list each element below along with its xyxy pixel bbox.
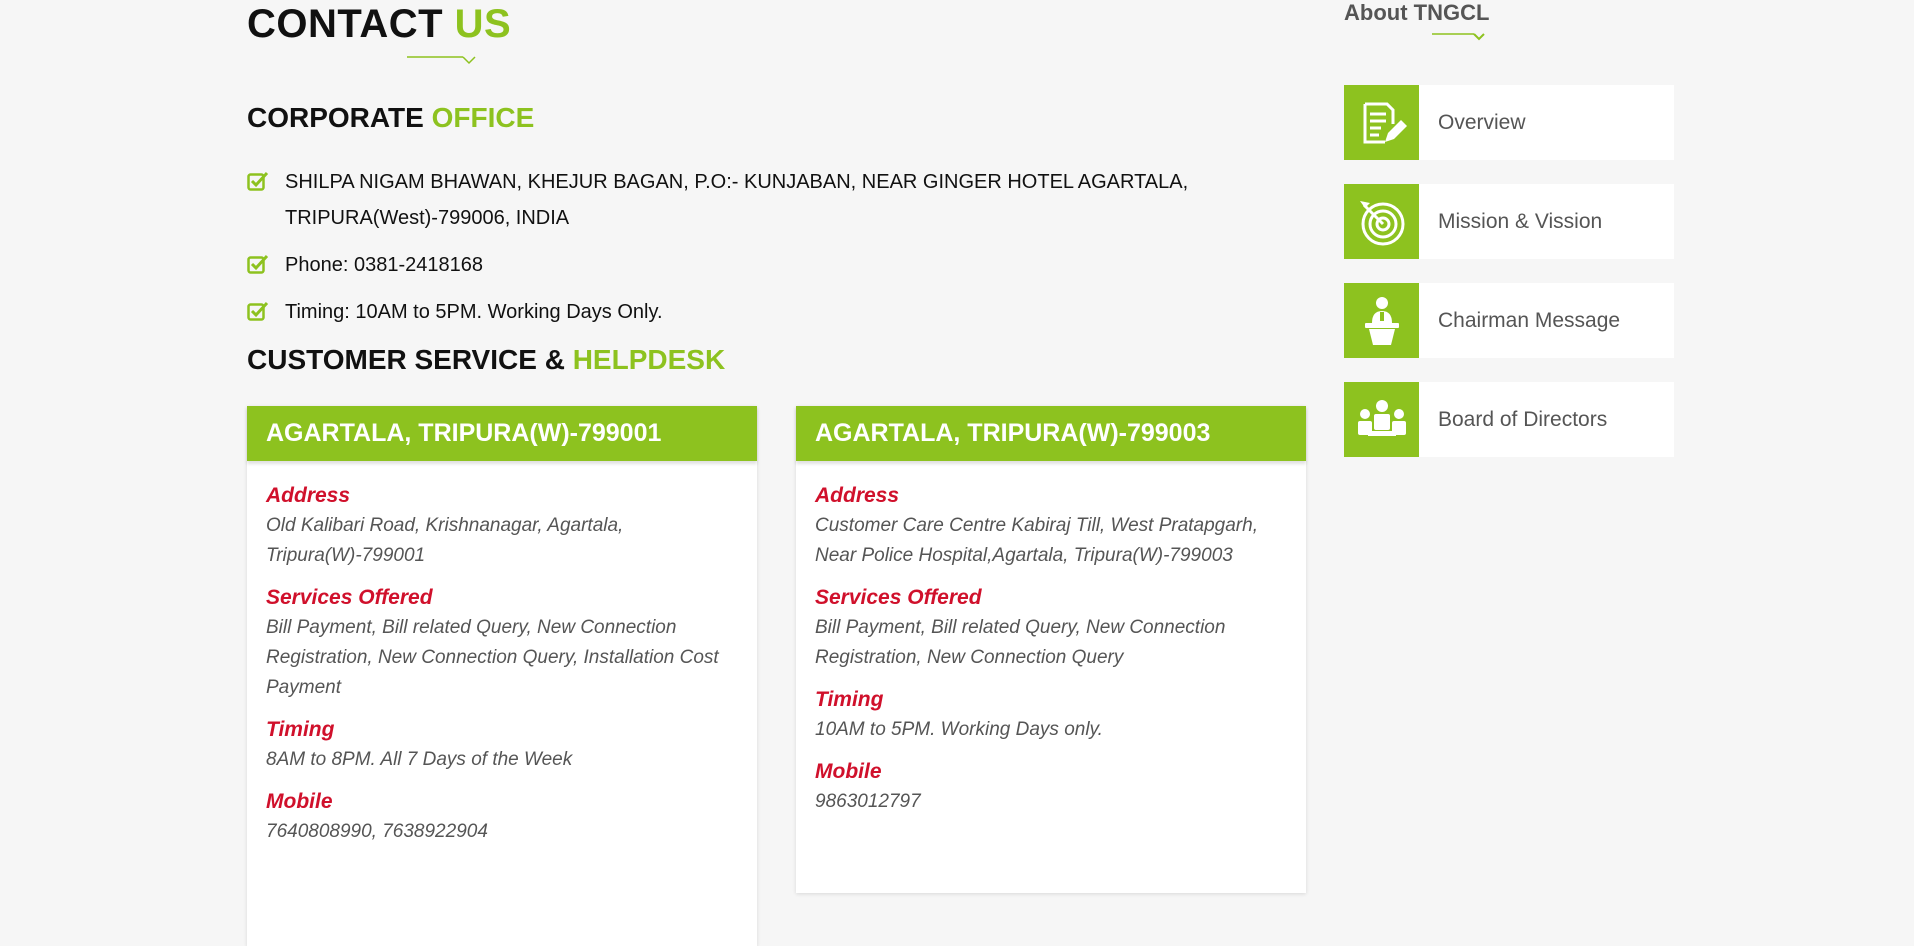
- card-body: Address Customer Care Centre Kabiraj Til…: [796, 461, 1306, 827]
- mobile-label: Mobile: [266, 790, 333, 813]
- page-title-part2: US: [454, 2, 512, 46]
- sidebar-item-board[interactable]: Board of Directors: [1344, 382, 1674, 457]
- card-title: AGARTALA, TRIPURA(W)-799001: [247, 406, 757, 461]
- sidebar-item-chairman[interactable]: Chairman Message: [1344, 283, 1674, 358]
- corporate-phone: Phone: 0381-2418168: [285, 254, 483, 276]
- list-item: SHILPA NIGAM BHAWAN, KHEJUR BAGAN, P.O:-…: [247, 164, 1207, 236]
- services-value: Bill Payment, Bill related Query, New Co…: [815, 617, 1226, 668]
- speaker-podium-icon: [1344, 283, 1419, 358]
- sidebar-item-overview[interactable]: Overview: [1344, 85, 1674, 160]
- corporate-heading-part1: CORPORATE: [247, 102, 432, 133]
- checkbox-check-icon: [247, 254, 269, 274]
- document-edit-icon: [1344, 85, 1419, 160]
- corporate-timing: Timing: 10AM to 5PM. Working Days Only.: [285, 301, 663, 323]
- title-underline-decoration: [407, 56, 476, 65]
- helpdesk-heading: CUSTOMER SERVICE & HELPDESK: [247, 344, 725, 376]
- address-label: Address: [815, 484, 900, 507]
- target-icon: [1344, 184, 1419, 259]
- sidebar-item-label: Chairman Message: [1438, 308, 1621, 332]
- services-label: Services Offered: [266, 586, 433, 609]
- address-value: Customer Care Centre Kabiraj Till, West …: [815, 515, 1258, 566]
- helpdesk-heading-part2: HELPDESK: [572, 344, 726, 375]
- checkbox-check-icon: [247, 301, 269, 321]
- page-title: CONTACT US: [247, 2, 511, 47]
- corporate-office-heading: CORPORATE OFFICE: [247, 102, 534, 134]
- services-label: Services Offered: [815, 586, 982, 609]
- sidebar-item-mission[interactable]: Mission & Vission: [1344, 184, 1674, 259]
- helpdesk-card-799003: AGARTALA, TRIPURA(W)-799003 Address Cust…: [796, 406, 1306, 893]
- checkbox-check-icon: [247, 171, 269, 191]
- timing-label: Timing: [815, 688, 884, 711]
- mobile-value: 9863012797: [815, 791, 921, 812]
- helpdesk-card-799001: AGARTALA, TRIPURA(W)-799001 Address Old …: [247, 406, 757, 946]
- corporate-heading-part2: OFFICE: [431, 102, 535, 133]
- sidebar-item-label: Mission & Vission: [1438, 209, 1603, 233]
- list-item: Phone: 0381-2418168: [247, 247, 1207, 283]
- corporate-address: SHILPA NIGAM BHAWAN, KHEJUR BAGAN, P.O:-…: [285, 171, 1189, 229]
- address-label: Address: [266, 484, 351, 507]
- timing-value: 8AM to 8PM. All 7 Days of the Week: [266, 749, 573, 770]
- sidebar-underline-decoration: [1432, 33, 1485, 41]
- page-title-part1: CONTACT: [247, 2, 455, 46]
- card-body: Address Old Kalibari Road, Krishnanagar,…: [247, 461, 757, 857]
- sidebar-item-label: Overview: [1438, 110, 1526, 134]
- list-item: Timing: 10AM to 5PM. Working Days Only.: [247, 294, 1207, 330]
- helpdesk-heading-part1: CUSTOMER SERVICE &: [247, 344, 573, 375]
- card-title: AGARTALA, TRIPURA(W)-799003: [796, 406, 1306, 461]
- corporate-info-list: SHILPA NIGAM BHAWAN, KHEJUR BAGAN, P.O:-…: [247, 164, 1207, 341]
- sidebar-title: About TNGCL: [1344, 0, 1490, 25]
- mobile-value: 7640808990, 7638922904: [266, 821, 488, 842]
- services-value: Bill Payment, Bill related Query, New Co…: [266, 617, 719, 698]
- mobile-label: Mobile: [815, 760, 882, 783]
- timing-value: 10AM to 5PM. Working Days only.: [815, 719, 1103, 740]
- sidebar-item-label: Board of Directors: [1438, 407, 1608, 431]
- address-value: Old Kalibari Road, Krishnanagar, Agartal…: [266, 515, 624, 566]
- timing-label: Timing: [266, 718, 335, 741]
- board-meeting-icon: [1344, 382, 1419, 457]
